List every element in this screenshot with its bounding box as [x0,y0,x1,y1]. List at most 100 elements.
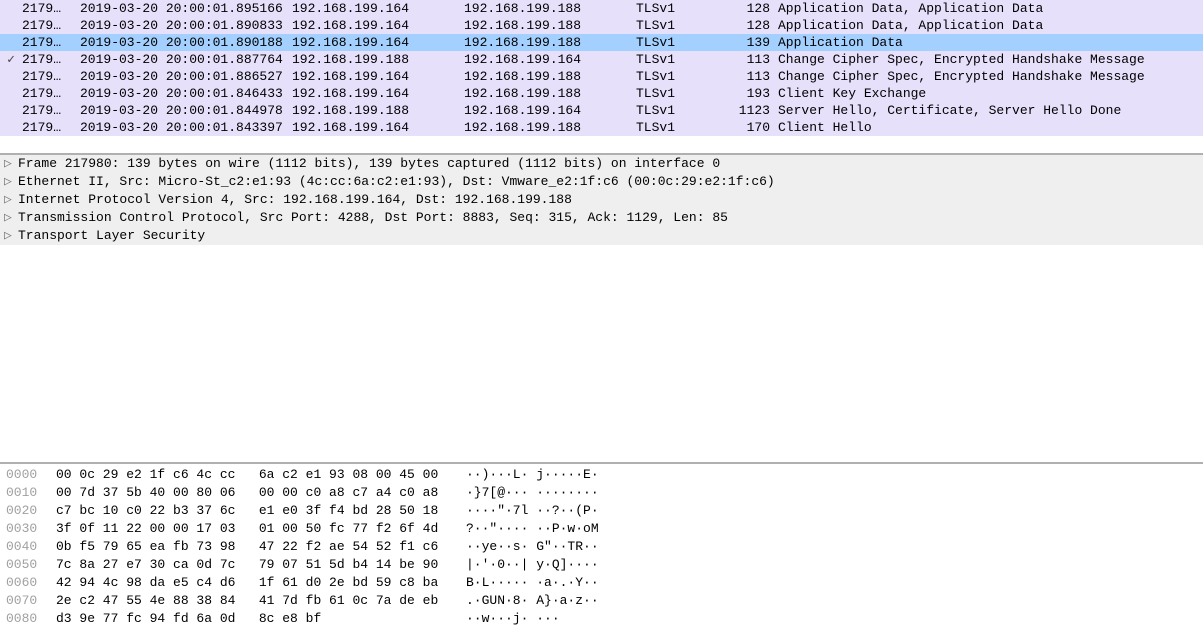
hex-ascii: .·GUN·8· A}·a·z·· [466,592,599,610]
packet-dest: 192.168.199.188 [464,119,636,136]
detail-line[interactable]: ▷Transport Layer Security [0,227,1203,245]
detail-line[interactable]: ▷Transmission Control Protocol, Src Port… [0,209,1203,227]
packet-source: 192.168.199.188 [292,51,464,68]
packet-dest: 192.168.199.164 [464,102,636,119]
packet-source: 192.168.199.164 [292,17,464,34]
packet-info: Client Hello [776,119,1203,136]
packet-row[interactable]: 2179…2019-03-20 20:00:01.886527 192.168.1… [0,68,1203,85]
packet-dest: 192.168.199.188 [464,34,636,51]
packet-mark [2,68,20,85]
packet-source: 192.168.199.164 [292,85,464,102]
hex-bytes: 3f 0f 11 22 00 00 17 03 01 00 50 fc 77 f… [56,520,466,538]
packet-details-pane[interactable]: ▷Frame 217980: 139 bytes on wire (1112 b… [0,155,1203,464]
expand-icon[interactable]: ▷ [4,173,18,191]
hex-offset: 0010 [6,484,56,502]
hex-bytes: 00 0c 29 e2 1f c6 4c cc 6a c2 e1 93 08 0… [56,466,466,484]
packet-no: 2179… [20,51,80,68]
hex-ascii: ····"·7l ··?··(P· [466,502,599,520]
hex-offset: 0000 [6,466,56,484]
packet-length: 113 [731,68,776,85]
detail-line[interactable]: ▷Frame 217980: 139 bytes on wire (1112 b… [0,155,1203,173]
packet-info: Application Data, Application Data [776,0,1203,17]
packet-row[interactable]: 2179…2019-03-20 20:00:01.844978192.168.1… [0,102,1203,119]
packet-time: 2019-03-20 20:00:01.890188 [80,34,292,51]
packet-mark [2,34,20,51]
hex-line[interactable]: 00507c 8a 27 e7 30 ca 0d 7c 79 07 51 5d … [6,556,1197,574]
packet-proto: TLSv1 [636,119,731,136]
packet-proto: TLSv1 [636,0,731,17]
hex-bytes: c7 bc 10 c0 22 b3 37 6c e1 e0 3f f4 bd 2… [56,502,466,520]
hex-bytes: 42 94 4c 98 da e5 c4 d6 1f 61 d0 2e bd 5… [56,574,466,592]
packet-time: 2019-03-20 20:00:01.890833 [80,17,292,34]
detail-line[interactable]: ▷Ethernet II, Src: Micro-St_c2:e1:93 (4c… [0,173,1203,191]
hex-bytes: 0b f5 79 65 ea fb 73 98 47 22 f2 ae 54 5… [56,538,466,556]
packet-row[interactable]: 2179…2019-03-20 20:00:01.843397192.168.1… [0,119,1203,136]
packet-length: 113 [731,51,776,68]
expand-icon[interactable]: ▷ [4,155,18,173]
packet-info: Server Hello, Certificate, Server Hello … [776,102,1203,119]
packet-mark [2,119,20,136]
packet-mark [2,0,20,17]
hex-line[interactable]: 00303f 0f 11 22 00 00 17 03 01 00 50 fc … [6,520,1197,538]
detail-text: Ethernet II, Src: Micro-St_c2:e1:93 (4c:… [18,173,775,191]
packet-proto: TLSv1 [636,68,731,85]
detail-line[interactable]: ▷Internet Protocol Version 4, Src: 192.1… [0,191,1203,209]
packet-no: 2179… [20,0,80,17]
packet-mark [2,17,20,34]
hex-ascii: ··w···j· ··· [466,610,560,628]
packet-dest: 192.168.199.188 [464,68,636,85]
hex-bytes: 7c 8a 27 e7 30 ca 0d 7c 79 07 51 5d b4 1… [56,556,466,574]
packet-mark: ✓ [2,51,20,68]
hex-line[interactable]: 000000 0c 29 e2 1f c6 4c cc 6a c2 e1 93 … [6,466,1197,484]
packet-length: 1123 [731,102,776,119]
packet-no: 2179… [20,102,80,119]
hex-line[interactable]: 00702e c2 47 55 4e 88 38 84 41 7d fb 61 … [6,592,1197,610]
expand-icon[interactable]: ▷ [4,191,18,209]
hex-line[interactable]: 0080d3 9e 77 fc 94 fd 6a 0d 8c e8 bf··w·… [6,610,1197,628]
hex-offset: 0070 [6,592,56,610]
hex-ascii: ··)···L· j·····E· [466,466,599,484]
expand-icon[interactable]: ▷ [4,227,18,245]
packet-no: 2179… [20,34,80,51]
hex-offset: 0080 [6,610,56,628]
expand-icon[interactable]: ▷ [4,209,18,227]
hex-line[interactable]: 00400b f5 79 65 ea fb 73 98 47 22 f2 ae … [6,538,1197,556]
hex-line[interactable]: 0020c7 bc 10 c0 22 b3 37 6c e1 e0 3f f4 … [6,502,1197,520]
packet-length: 193 [731,85,776,102]
hex-offset: 0040 [6,538,56,556]
packet-source: 192.168.199.164 [292,34,464,51]
hex-line[interactable]: 001000 7d 37 5b 40 00 80 06 00 00 c0 a8 … [6,484,1197,502]
hex-line[interactable]: 006042 94 4c 98 da e5 c4 d6 1f 61 d0 2e … [6,574,1197,592]
packet-time: 2019-03-20 20:00:01.886527 [80,68,292,85]
packet-proto: TLSv1 [636,51,731,68]
packet-dest: 192.168.199.188 [464,85,636,102]
packet-no: 2179… [20,119,80,136]
packet-dest: 192.168.199.188 [464,17,636,34]
detail-text: Transmission Control Protocol, Src Port:… [18,209,728,227]
packet-row[interactable]: 2179…2019-03-20 20:00:01.846433192.168.1… [0,85,1203,102]
packet-row[interactable]: 2179…2019-03-20 20:00:01.895166192.168.1… [0,0,1203,17]
hex-ascii: ··ye··s· G"··TR·· [466,538,599,556]
packet-row[interactable]: 2179…2019-03-20 20:00:01.890188192.168.1… [0,34,1203,51]
packet-no: 2179… [20,17,80,34]
packet-list-pane[interactable]: 2179…2019-03-20 20:00:01.895166192.168.1… [0,0,1203,155]
packet-row[interactable]: ✓2179…2019-03-20 20:00:01.887764192.168.… [0,51,1203,68]
packet-source: 192.168.199.188 [292,102,464,119]
packet-time: 2019-03-20 20:00:01.846433 [80,85,292,102]
hex-dump-pane[interactable]: 000000 0c 29 e2 1f c6 4c cc 6a c2 e1 93 … [0,464,1203,636]
packet-no: 2179… [20,68,80,85]
packet-length: 139 [731,34,776,51]
packet-time: 2019-03-20 20:00:01.844978 [80,102,292,119]
hex-ascii: |·'·0··| y·Q]···· [466,556,599,574]
packet-info: Client Key Exchange [776,85,1203,102]
packet-info: Application Data [776,34,1203,51]
hex-offset: 0020 [6,502,56,520]
packet-time: 2019-03-20 20:00:01.887764 [80,51,292,68]
packet-row[interactable]: 2179…2019-03-20 20:00:01.890833192.168.1… [0,17,1203,34]
packet-length: 128 [731,0,776,17]
packet-no: 2179… [20,85,80,102]
packet-proto: TLSv1 [636,102,731,119]
packet-mark [2,102,20,119]
packet-length: 128 [731,17,776,34]
packet-info: Change Cipher Spec, Encrypted Handshake … [776,68,1203,85]
